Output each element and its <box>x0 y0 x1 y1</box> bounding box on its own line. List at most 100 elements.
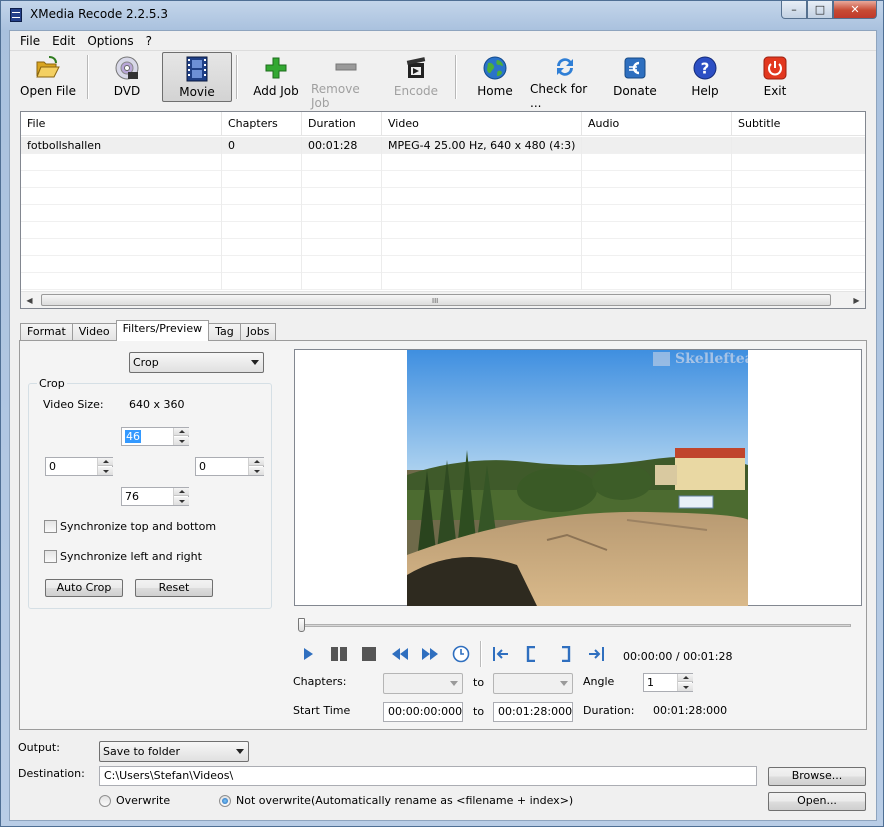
crop-top-value[interactable]: 46 <box>125 430 141 443</box>
output-select[interactable]: Save to folder <box>99 741 249 762</box>
angle-spinner[interactable]: 1 <box>643 673 693 692</box>
power-icon <box>762 55 788 81</box>
column-header-chapters[interactable]: Chapters <box>222 112 302 136</box>
open-file-button[interactable]: Open File <box>13 52 83 102</box>
crop-right-spinner[interactable]: 0 <box>195 457 264 476</box>
crop-top-spinner[interactable]: 46 <box>121 427 189 446</box>
movie-button[interactable]: Movie <box>162 52 232 102</box>
start-time-input[interactable]: 00:00:00:000 <box>383 702 463 722</box>
crop-right-value[interactable]: 0 <box>199 460 206 473</box>
set-end-marker-icon[interactable] <box>555 644 577 664</box>
exit-button[interactable]: Exit <box>740 52 810 102</box>
question-mark-icon: ? <box>692 55 718 81</box>
file-list[interactable]: File Chapters Duration Video Audio Subti… <box>20 111 866 309</box>
overwrite-radio[interactable]: Overwrite <box>99 794 170 807</box>
scroll-left-arrow-icon[interactable]: ◀ <box>21 292 38 308</box>
scrollbar-thumb[interactable]: III <box>41 294 831 306</box>
open-output-button[interactable]: Open... <box>768 792 866 811</box>
cell-duration: 00:01:28 <box>302 137 382 154</box>
spin-down-icon[interactable] <box>174 497 189 505</box>
scroll-right-arrow-icon[interactable]: ▶ <box>848 292 865 308</box>
spin-up-icon[interactable] <box>98 458 113 466</box>
destination-input[interactable]: C:\Users\Stefan\Videos\ <box>99 766 757 786</box>
check-for-updates-button[interactable]: Check for ... <box>530 52 600 110</box>
spin-up-icon[interactable] <box>174 428 189 436</box>
filter-select[interactable]: Crop <box>129 352 264 373</box>
column-header-subtitle[interactable]: Subtitle <box>732 112 865 136</box>
reset-button[interactable]: Reset <box>135 579 213 597</box>
stop-icon[interactable] <box>358 644 380 664</box>
dvd-button[interactable]: DVD <box>92 52 162 102</box>
sync-left-right-checkbox[interactable]: Synchronize left and right <box>44 550 202 563</box>
horizontal-scrollbar[interactable]: ◀ III ▶ <box>21 291 865 308</box>
empty-table-row <box>21 205 865 222</box>
set-start-marker-icon[interactable] <box>520 644 542 664</box>
empty-cell <box>582 188 732 205</box>
home-label: Home <box>477 84 513 98</box>
column-header-video[interactable]: Video <box>382 112 582 136</box>
browse-button[interactable]: Browse... <box>768 767 866 786</box>
pause-icon[interactable] <box>328 644 350 664</box>
empty-cell <box>222 222 302 239</box>
cell-subtitle <box>732 137 865 154</box>
sync-top-bottom-checkbox[interactable]: Synchronize top and bottom <box>44 520 216 533</box>
seek-slider-track[interactable] <box>303 624 851 627</box>
crop-left-spinner[interactable]: 0 <box>45 457 113 476</box>
menu-help[interactable]: ? <box>140 34 158 48</box>
empty-cell <box>222 239 302 256</box>
go-to-end-icon[interactable] <box>585 644 607 664</box>
spin-down-icon[interactable] <box>174 437 189 445</box>
column-header-duration[interactable]: Duration <box>302 112 382 136</box>
tab-jobs[interactable]: Jobs <box>239 323 277 341</box>
app-icon[interactable] <box>10 8 22 22</box>
checkbox-box[interactable] <box>44 520 57 533</box>
auto-crop-button[interactable]: Auto Crop <box>45 579 123 597</box>
tab-video[interactable]: Video <box>71 323 117 341</box>
tab-tag[interactable]: Tag <box>208 323 241 341</box>
menu-file[interactable]: File <box>14 34 46 48</box>
home-button[interactable]: Home <box>460 52 530 102</box>
fast-forward-icon[interactable] <box>419 644 441 664</box>
maximize-button[interactable]: □ <box>807 1 833 19</box>
column-header-audio[interactable]: Audio <box>582 112 732 136</box>
checkbox-box[interactable] <box>44 550 57 563</box>
video-preview[interactable]: Skelleftea <box>407 350 748 606</box>
close-button[interactable]: ✕ <box>833 1 877 19</box>
seek-slider-thumb[interactable] <box>298 618 305 632</box>
angle-value[interactable]: 1 <box>647 676 654 689</box>
radio-circle-selected[interactable] <box>219 794 231 807</box>
remove-job-button[interactable]: Remove Job <box>311 52 381 110</box>
menu-options[interactable]: Options <box>81 34 139 48</box>
column-header-file[interactable]: File <box>21 112 222 136</box>
add-job-button[interactable]: Add Job <box>241 52 311 102</box>
radio-circle[interactable] <box>99 794 111 807</box>
clock-icon[interactable] <box>450 644 472 664</box>
spin-up-icon[interactable] <box>174 488 189 496</box>
chapter-end-select[interactable] <box>493 673 573 694</box>
spin-up-icon[interactable] <box>249 458 264 466</box>
crop-bottom-spinner[interactable]: 76 <box>121 487 189 506</box>
go-to-start-icon[interactable] <box>490 644 512 664</box>
toolbar-separator <box>87 55 88 99</box>
rewind-icon[interactable] <box>389 644 411 664</box>
crop-bottom-value[interactable]: 76 <box>125 490 139 503</box>
not-overwrite-radio[interactable]: Not overwrite(Automatically rename as <f… <box>219 794 573 807</box>
menu-edit[interactable]: Edit <box>46 34 81 48</box>
help-button[interactable]: ? Help <box>670 52 740 102</box>
encode-button[interactable]: Encode <box>381 52 451 102</box>
tab-filters-preview[interactable]: Filters/Preview <box>115 320 210 341</box>
end-time-input[interactable]: 00:01:28:000 <box>493 702 573 722</box>
spin-down-icon[interactable] <box>678 683 693 691</box>
window-title: XMedia Recode 2.2.5.3 <box>30 7 168 21</box>
chapter-start-select[interactable] <box>383 673 463 694</box>
spin-down-icon[interactable] <box>249 467 264 475</box>
table-row[interactable]: fotbollshallen 0 00:01:28 MPEG-4 25.00 H… <box>21 137 865 154</box>
donate-button[interactable]: Donate <box>600 52 670 102</box>
crop-left-value[interactable]: 0 <box>49 460 56 473</box>
tab-format[interactable]: Format <box>20 323 73 341</box>
spin-up-icon[interactable] <box>678 674 693 682</box>
title-bar[interactable]: XMedia Recode 2.2.5.3 – □ ✕ <box>1 1 883 29</box>
spin-down-icon[interactable] <box>98 467 113 475</box>
minimize-button[interactable]: – <box>781 1 807 19</box>
play-icon[interactable] <box>297 644 319 664</box>
